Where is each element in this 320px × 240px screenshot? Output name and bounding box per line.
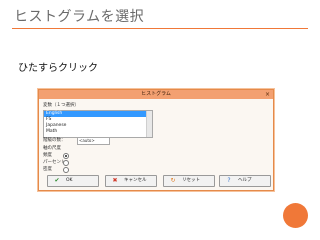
- dialog-title: ヒストグラム: [141, 91, 171, 97]
- scale-radio-density[interactable]: [63, 167, 69, 173]
- reset-icon: ↻: [170, 177, 176, 184]
- cancel-button-label: キャンセル: [124, 178, 147, 183]
- slide-subtitle: ひたすらクリック: [18, 63, 98, 74]
- list-item[interactable]: Math: [44, 129, 152, 135]
- dialog-titlebar[interactable]: ヒストグラム ×: [39, 90, 273, 99]
- decorative-circle: [283, 203, 308, 228]
- scale-radio-percent[interactable]: [63, 160, 69, 166]
- variable-label: 変数（１つ選択）: [43, 103, 79, 108]
- check-icon: ✔: [54, 177, 60, 184]
- help-button-label: ヘルプ: [238, 178, 252, 183]
- x-icon: ✖: [112, 177, 118, 184]
- reset-button[interactable]: ↻ リセット: [163, 175, 215, 187]
- bins-input[interactable]: <auto>: [77, 137, 110, 145]
- cancel-button[interactable]: ✖ キャンセル: [105, 175, 157, 187]
- variable-listbox[interactable]: English FS Japanese Math: [43, 110, 153, 138]
- ok-button[interactable]: ✔ OK: [47, 175, 99, 187]
- bins-label: 階級の数：: [43, 138, 66, 143]
- axis-scale-label: 軸の尺度: [43, 146, 61, 151]
- scale-option-density-label: 密度: [43, 167, 52, 172]
- close-icon[interactable]: ×: [264, 91, 271, 98]
- scale-option-frequency-label: 頻度: [43, 153, 52, 158]
- question-icon: ?: [227, 177, 231, 184]
- ok-button-label: OK: [66, 178, 73, 183]
- slide-title: ヒストグラムを選択: [14, 9, 145, 25]
- histogram-dialog: ヒストグラム × 変数（１つ選択） English FS Japanese Ma…: [38, 89, 274, 191]
- listbox-scrollbar[interactable]: [146, 111, 152, 137]
- help-button[interactable]: ? ヘルプ: [219, 175, 271, 187]
- reset-button-label: リセット: [182, 178, 200, 183]
- scale-radio-frequency[interactable]: [63, 153, 69, 159]
- title-divider: [12, 28, 308, 29]
